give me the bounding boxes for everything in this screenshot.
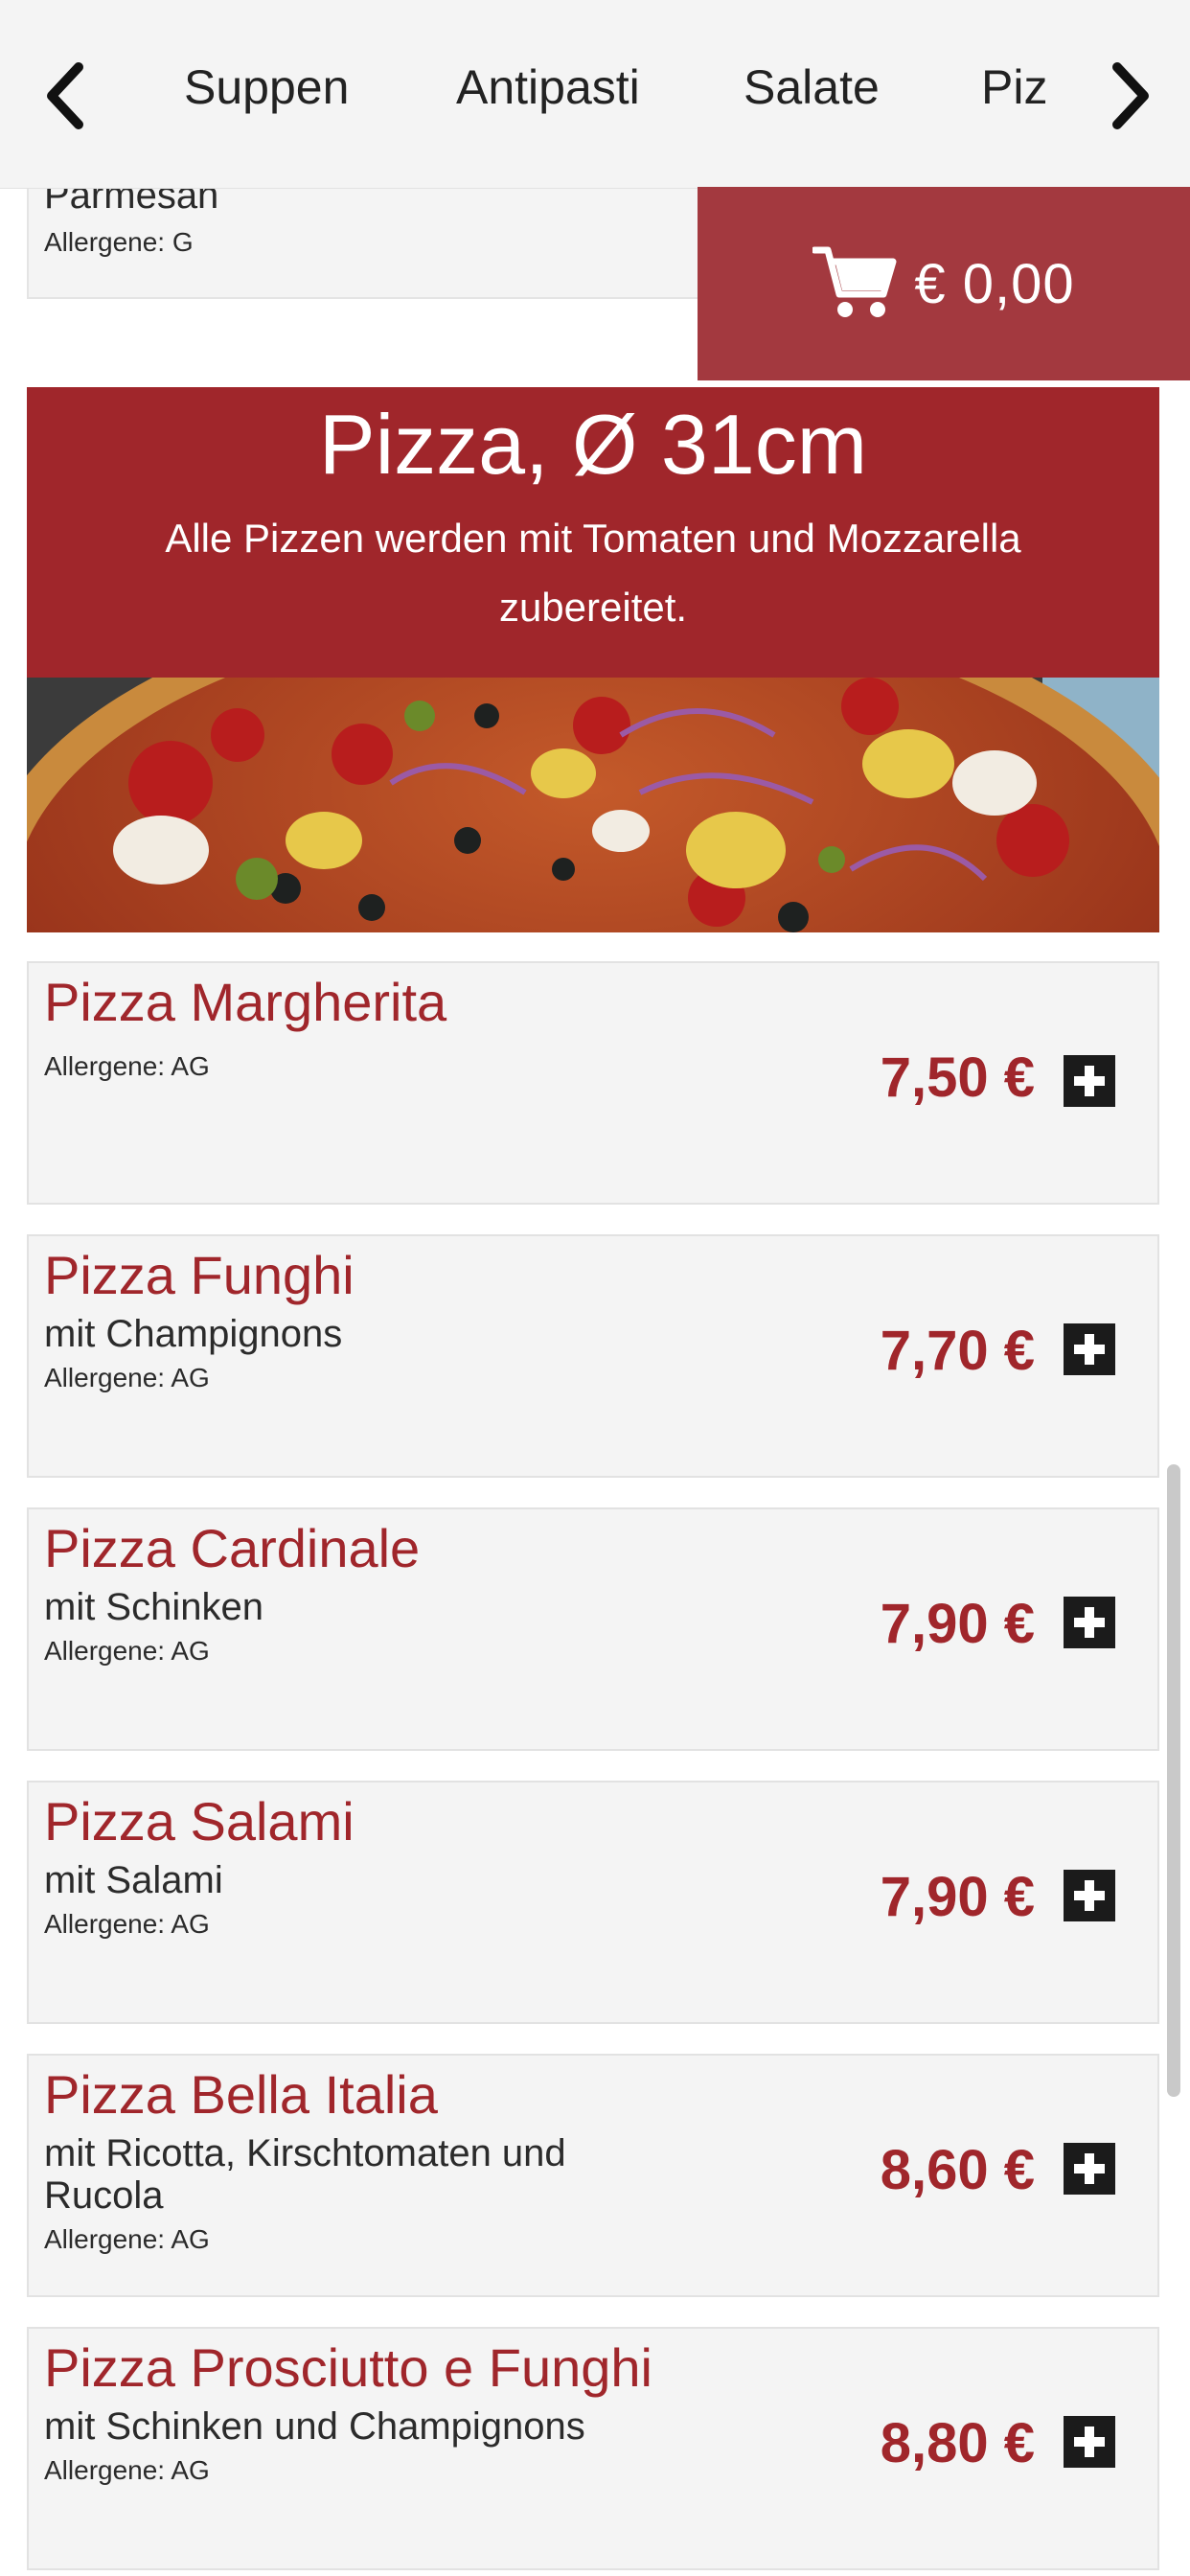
- nav-category-pizza[interactable]: Piz: [981, 59, 1047, 115]
- menu-item: Pizza Salami mit Salami Allergene: AG 7,…: [27, 1781, 1159, 2024]
- menu-item: Pizza Bella Italia mit Ricotta, Kirschto…: [27, 2054, 1159, 2297]
- item-allergens: Allergene: AG: [44, 2224, 210, 2254]
- category-banner: Pizza, Ø 31cm Alle Pizzen werden mit Tom…: [27, 387, 1159, 678]
- nav-category-salate[interactable]: Salate: [744, 59, 880, 115]
- pizza-photo: [27, 678, 1159, 932]
- item-description: mit Champignons: [44, 1313, 343, 1355]
- add-to-cart-button[interactable]: [1064, 1055, 1115, 1107]
- category-description: Alle Pizzen werden mit Tomaten und Mozza…: [165, 516, 1021, 630]
- nav-category-suppen[interactable]: Suppen: [184, 59, 349, 115]
- previous-item-allergens: Allergene: G: [44, 227, 194, 257]
- item-price: 7,90 €: [880, 1866, 1035, 1928]
- item-price: 8,60 €: [880, 2139, 1035, 2201]
- add-to-cart-button[interactable]: [1064, 2143, 1115, 2195]
- item-price: 7,90 €: [880, 1593, 1035, 1655]
- item-name: Pizza Cardinale: [44, 1518, 421, 1578]
- item-allergens: Allergene: AG: [44, 1051, 210, 1081]
- nav-category-antipasti[interactable]: Antipasti: [456, 59, 640, 115]
- category-title: Pizza, Ø 31cm: [318, 397, 868, 492]
- add-to-cart-button[interactable]: [1064, 1870, 1115, 1921]
- item-allergens: Allergene: AG: [44, 1363, 210, 1392]
- item-name: Pizza Salami: [44, 1791, 355, 1852]
- chevron-right-icon[interactable]: [1100, 58, 1157, 134]
- item-description: mit Schinken: [44, 1586, 263, 1628]
- item-name: Pizza Bella Italia: [44, 2064, 438, 2125]
- item-allergens: Allergene: AG: [44, 1909, 210, 1939]
- add-to-cart-button[interactable]: [1064, 2416, 1115, 2468]
- item-description: mit Schinken und Champignons: [44, 2405, 585, 2448]
- add-to-cart-button[interactable]: [1064, 1597, 1115, 1648]
- item-price: 8,80 €: [880, 2412, 1035, 2474]
- item-allergens: Allergene: AG: [44, 1636, 210, 1666]
- add-to-cart-button[interactable]: [1064, 1323, 1115, 1375]
- menu-item: Pizza Cardinale mit Schinken Allergene: …: [27, 1507, 1159, 1751]
- item-description: mit Salami: [44, 1859, 223, 1901]
- item-allergens: Allergene: AG: [44, 2455, 210, 2485]
- menu-item: Pizza Prosciutto e Funghi mit Schinken u…: [27, 2327, 1159, 2570]
- item-price: 7,70 €: [880, 1320, 1035, 1382]
- shopping-cart-icon: [811, 242, 897, 326]
- item-price: 7,50 €: [880, 1046, 1035, 1109]
- item-name: Pizza Prosciutto e Funghi: [44, 2337, 652, 2398]
- menu-item: Pizza Margherita Allergene: AG 7,50 €: [27, 961, 1159, 1205]
- cart-button[interactable]: € 0,00: [698, 187, 1190, 380]
- menu-item: Pizza Funghi mit Champignons Allergene: …: [27, 1234, 1159, 1478]
- category-nav: Suppen Antipasti Salate Piz: [0, 0, 1190, 188]
- item-name: Pizza Funghi: [44, 1245, 355, 1305]
- scrollbar[interactable]: [1167, 1464, 1180, 2097]
- cart-total: € 0,00: [914, 252, 1075, 315]
- chevron-left-icon[interactable]: [38, 58, 96, 134]
- item-name: Pizza Margherita: [44, 972, 447, 1032]
- item-description: mit Ricotta, Kirschtomaten und Rucola: [44, 2132, 566, 2217]
